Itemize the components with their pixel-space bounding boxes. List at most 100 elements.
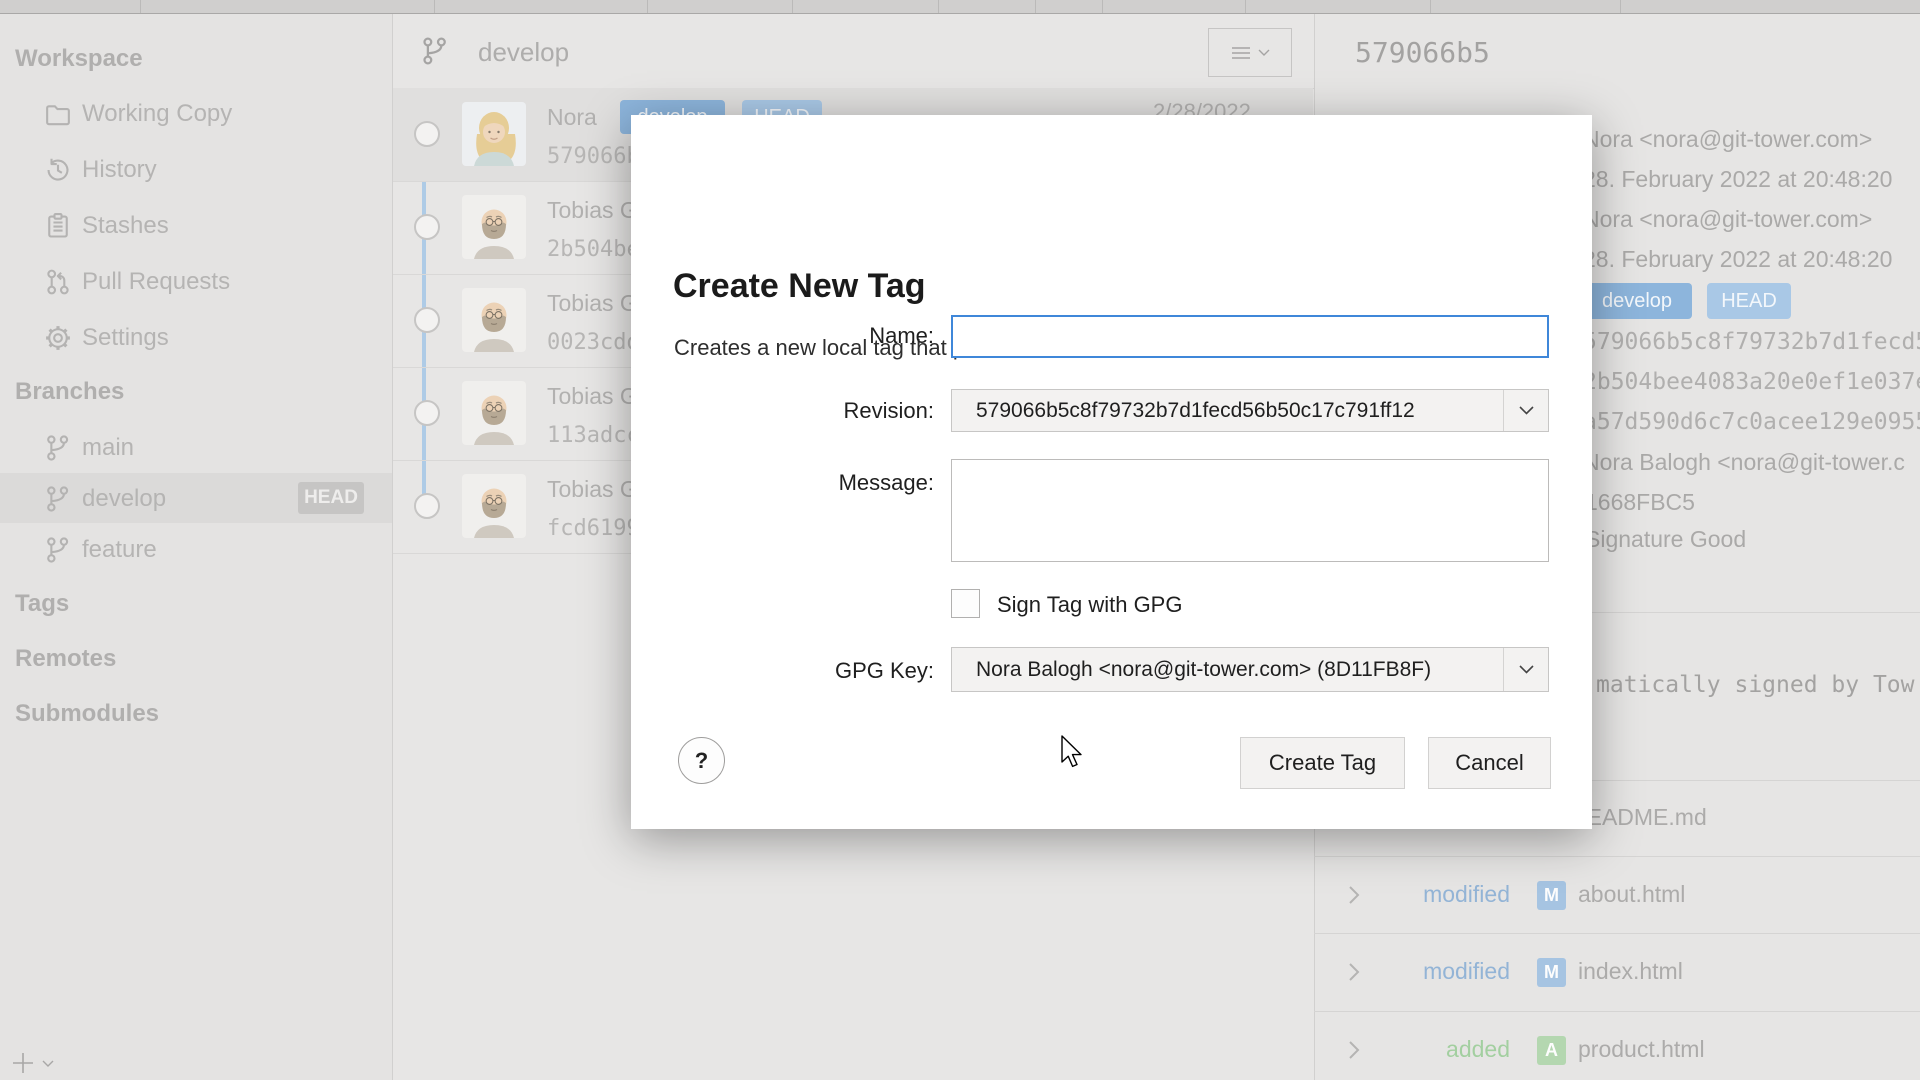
sidebar-item-history[interactable]: History: [0, 145, 392, 195]
detail-parent-hash: 2b504bee4083a20e0ef1e037ee: [1583, 369, 1920, 395]
file-status: modified: [1390, 958, 1510, 985]
commit-hash: 579066b: [547, 144, 640, 169]
history-icon: [44, 156, 72, 189]
chevron-down-icon: [43, 1061, 53, 1066]
file-row[interactable]: modified M about.html: [1314, 857, 1920, 933]
app-window: Workspace Working Copy History: [0, 0, 1920, 1080]
modified-badge: M: [1537, 881, 1566, 910]
avatar: [462, 381, 526, 445]
sidebar-item-working-copy[interactable]: Working Copy: [0, 89, 392, 139]
sidebar-section-workspace[interactable]: Workspace: [15, 45, 143, 73]
help-button[interactable]: ?: [678, 737, 725, 784]
sidebar-item-label: Stashes: [82, 212, 169, 240]
detail-commit-title: 579066b5: [1355, 36, 1490, 69]
tab-separator: [938, 0, 939, 13]
mouse-cursor: [1060, 735, 1086, 776]
detail-tree-hash: a57d590d6c7c0acee129e09555: [1583, 409, 1920, 435]
modified-badge: M: [1537, 958, 1566, 987]
sidebar-item-stashes[interactable]: Stashes: [0, 201, 392, 251]
tab-separator: [1245, 0, 1246, 13]
sign-tag-checkbox[interactable]: [951, 589, 980, 618]
folder-icon: [44, 100, 72, 133]
revision-dropdown[interactable]: 579066b5c8f79732b7d1fecd56b50c17c791ff12: [951, 389, 1549, 432]
commit-author: Nora: [547, 104, 597, 131]
file-row[interactable]: modified M index.html: [1314, 934, 1920, 1011]
message-textarea[interactable]: [951, 459, 1549, 562]
avatar: [462, 195, 526, 259]
file-name: README.md: [1570, 804, 1920, 831]
detail-committer: Nora <nora@git-tower.com>: [1583, 206, 1920, 233]
sidebar-item-label: History: [82, 156, 157, 184]
sidebar-item-label: feature: [82, 536, 157, 564]
signature-message: matically signed by Tow: [1596, 672, 1920, 698]
name-input[interactable]: [951, 315, 1549, 358]
commit-author: Tobias G: [547, 197, 638, 224]
pull-request-icon: [44, 268, 72, 301]
detail-signer: Nora Balogh <nora@git-tower.c: [1583, 449, 1920, 476]
avatar: [462, 102, 526, 166]
tab-separator: [647, 0, 648, 13]
file-name: index.html: [1578, 958, 1683, 985]
clipboard-icon: [44, 212, 72, 245]
chevron-down-icon: [1258, 49, 1270, 57]
commit-list-branch-title: develop: [478, 37, 569, 68]
gpg-key-dropdown[interactable]: Nora Balogh <nora@git-tower.com> (8D11FB…: [951, 647, 1549, 692]
commit-graph-node: [414, 400, 440, 426]
create-new-tag-dialog: Create New Tag Creates a new local tag t…: [631, 115, 1592, 829]
sidebar-item-branch-develop[interactable]: develop HEAD: [0, 473, 392, 523]
gpg-key-label: GPG Key:: [734, 658, 934, 684]
commit-hash: 113adcc: [547, 423, 640, 448]
revision-value: 579066b5c8f79732b7d1fecd56b50c17c791ff12: [952, 399, 1503, 423]
file-row[interactable]: added A product.html: [1314, 1012, 1920, 1080]
file-name: about.html: [1578, 881, 1685, 908]
add-repository-button[interactable]: [10, 1050, 60, 1080]
sidebar-item-label: Settings: [82, 324, 169, 352]
file-status: modified: [1390, 881, 1510, 908]
sidebar: Workspace Working Copy History: [0, 14, 393, 1080]
sidebar-item-pull-requests[interactable]: Pull Requests: [0, 257, 392, 307]
chevron-right-icon[interactable]: [1345, 959, 1363, 990]
revision-label: Revision:: [734, 398, 934, 424]
detail-key-id: 1668FBC5: [1585, 489, 1920, 516]
chevron-down-icon: [1503, 390, 1548, 431]
branch-icon: [44, 485, 72, 518]
commit-list-menu-button[interactable]: [1208, 28, 1292, 77]
commit-hash: 0023cdd: [547, 330, 640, 355]
tab-separator: [1430, 0, 1431, 13]
commit-author: Tobias G: [547, 476, 638, 503]
chevron-down-icon: [1503, 648, 1548, 691]
cancel-button[interactable]: Cancel: [1428, 737, 1551, 789]
dialog-title: Create New Tag: [673, 267, 926, 306]
chevron-right-icon[interactable]: [1345, 1037, 1363, 1068]
added-badge: A: [1537, 1036, 1566, 1065]
gear-icon: [44, 324, 72, 357]
sidebar-section-remotes[interactable]: Remotes: [15, 645, 116, 673]
sidebar-item-settings[interactable]: Settings: [0, 313, 392, 363]
gpg-key-value: Nora Balogh <nora@git-tower.com> (8D11FB…: [952, 658, 1503, 682]
sidebar-item-branch-feature[interactable]: feature: [0, 525, 392, 575]
sidebar-section-submodules[interactable]: Submodules: [15, 700, 159, 728]
tab-separator: [140, 0, 141, 13]
chevron-right-icon[interactable]: [1345, 882, 1363, 913]
detail-signature-status: Signature Good: [1585, 526, 1920, 553]
commit-author: Tobias G: [547, 290, 638, 317]
branch-icon: [44, 434, 72, 467]
sidebar-item-label: main: [82, 434, 134, 462]
sidebar-section-tags[interactable]: Tags: [15, 590, 69, 618]
branch-icon: [44, 536, 72, 569]
commit-graph-node: [414, 493, 440, 519]
commit-graph-node: [414, 307, 440, 333]
create-tag-button[interactable]: Create Tag: [1240, 737, 1405, 789]
file-status: added: [1390, 1036, 1510, 1063]
tab-separator: [1102, 0, 1103, 13]
sidebar-section-branches[interactable]: Branches: [15, 378, 124, 406]
tab-separator: [434, 0, 435, 13]
branch-badge: develop: [1582, 283, 1692, 319]
commit-hash: 2b504be: [547, 237, 640, 262]
detail-commit-hash: 579066b5c8f79732b7d1fecd56b: [1583, 329, 1920, 355]
sidebar-item-branch-main[interactable]: main: [0, 423, 392, 473]
tab-separator: [792, 0, 793, 13]
commit-author: Tobias G: [547, 383, 638, 410]
hamburger-icon: [1230, 45, 1252, 61]
head-badge: HEAD: [298, 482, 364, 514]
